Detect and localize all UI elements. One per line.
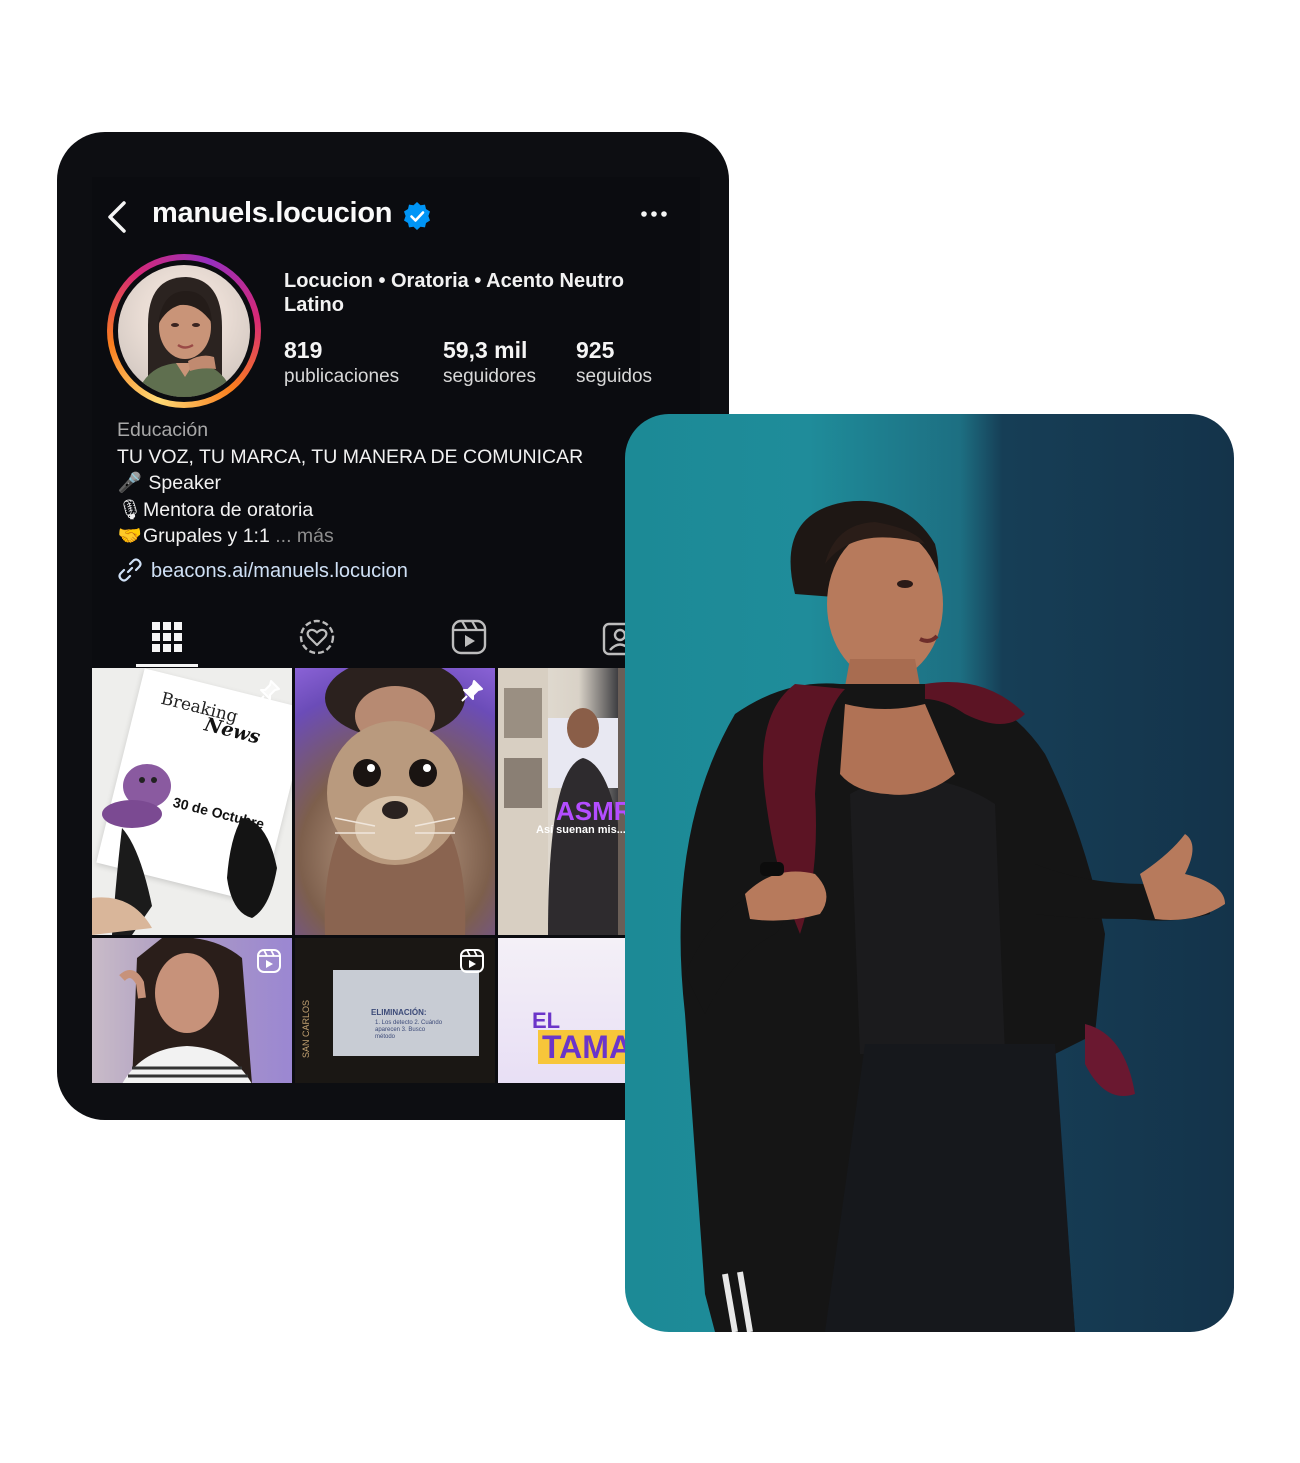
collab-heart-icon[interactable] [297, 617, 337, 657]
profile-headline: Locucion • Oratoria • Acento Neutro Lati… [284, 270, 624, 316]
screen-title: ELIMINACIÓN: [371, 1008, 427, 1017]
speaker-illustration [680, 500, 1225, 1332]
bio-line-4: 🤝Grupales y 1:1 ... más [117, 523, 677, 550]
post-subtitle: Así suenan mis... [536, 824, 626, 836]
post-thumbnail[interactable]: ELIMINACIÓN: 1. Los detecto 2. Cuándo ap… [295, 938, 495, 1083]
bio-line-3: 🎙Mentora de oratoria [117, 497, 677, 524]
pin-icon [258, 680, 280, 702]
stat-followers[interactable]: 59,3 mil seguidores [443, 335, 536, 389]
verified-badge-icon [404, 202, 430, 230]
profile-header: manuels.locucion [92, 177, 700, 257]
venue-banner: SAN CARLOS [301, 999, 311, 1058]
profile-bio: Educación TU VOZ, TU MARCA, TU MANERA DE… [117, 417, 677, 550]
pin-icon [461, 680, 483, 702]
post-thumbnail[interactable] [92, 938, 292, 1083]
profile-tabs [92, 607, 700, 669]
bio-more-link[interactable]: ... más [275, 525, 334, 547]
reels-icon [460, 949, 484, 973]
instagram-screen: manuels.locucion Locucion • Oratoria • A… [92, 177, 700, 1083]
bio-category: Educación [117, 419, 209, 441]
stat-posts-label: publicaciones [284, 366, 400, 387]
reels-icon [257, 949, 281, 973]
stat-posts[interactable]: 819 publicaciones [284, 335, 399, 389]
microphone-icon: 🎤 [117, 472, 143, 494]
more-horizontal-icon[interactable] [640, 210, 668, 218]
sea-lion-photo [324, 668, 466, 935]
reels-icon[interactable] [449, 617, 489, 657]
bio-line-1: TU VOZ, TU MARCA, TU MANERA DE COMUNICAR [117, 445, 584, 468]
active-tab-indicator [136, 664, 198, 667]
profile-username: manuels.locucion [152, 197, 393, 229]
studio-mic-icon: 🎙 [117, 498, 143, 521]
speaker-photo [625, 414, 1234, 1332]
profile-link[interactable]: beacons.ai/manuels.locucion [117, 557, 408, 583]
stat-following-label: seguidos [576, 366, 653, 387]
avatar [118, 265, 250, 397]
profile-link-text: beacons.ai/manuels.locucion [151, 560, 408, 582]
avatar-photo [136, 277, 234, 397]
post-title: TAMA [538, 1030, 637, 1064]
post-illustration [92, 764, 277, 935]
link-icon [118, 558, 142, 582]
stat-following[interactable]: 925 seguidos [576, 335, 652, 389]
chevron-left-icon[interactable] [102, 199, 132, 235]
bio-line-2: 🎤 Speaker [117, 470, 677, 497]
grid-icon[interactable] [147, 617, 187, 657]
post-title: ASMR [556, 796, 633, 826]
post-thumbnail[interactable] [295, 668, 495, 935]
story-ring[interactable] [107, 254, 261, 408]
screen-text: 1. Los detecto 2. Cuándo aparecen 3. Bus… [375, 1020, 443, 1040]
stat-posts-value: 819 [284, 337, 323, 363]
handshake-icon: 🤝 [117, 525, 143, 547]
stat-following-value: 925 [576, 337, 615, 363]
stat-followers-label: seguidores [443, 366, 536, 387]
stat-followers-value: 59,3 mil [443, 337, 528, 363]
post-thumbnail[interactable]: Breaking News 30 de Octubre [92, 668, 292, 935]
